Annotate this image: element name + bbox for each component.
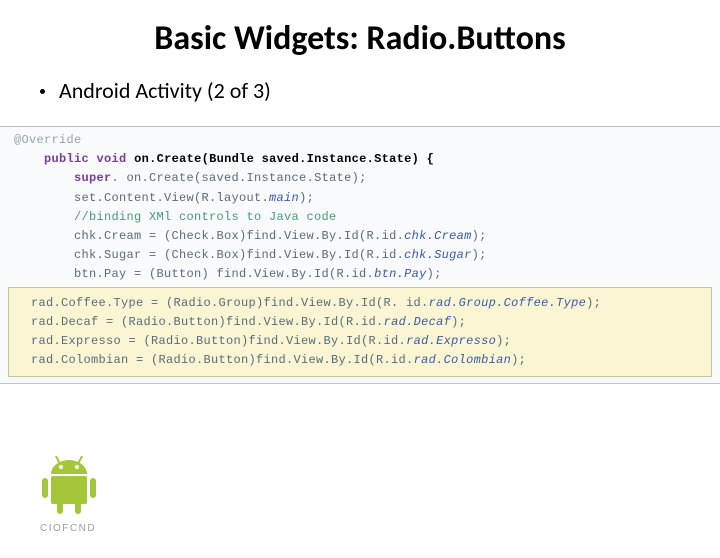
code-comment: //binding XMl controls to Java code	[74, 210, 337, 224]
code-line: chk.Cream = (Check.Box)find.View.By.Id(R…	[74, 229, 404, 243]
annotation-override: @Override	[14, 133, 82, 147]
layout-main-ref: main	[269, 191, 299, 205]
code-line: );	[496, 334, 511, 348]
code-line: set.Content.View(R.layout.	[74, 191, 269, 205]
id-radcolombian: rad.Colombian	[414, 353, 512, 367]
code-line: );	[586, 296, 601, 310]
keyword-void: void	[97, 152, 127, 166]
keyword-super: super	[74, 171, 112, 185]
id-btnpay: btn.Pay	[374, 267, 427, 281]
keyword-public: public	[44, 152, 89, 166]
code-line: rad.Expresso = (Radio.Button)find.View.B…	[31, 334, 406, 348]
code-line: );	[472, 248, 487, 262]
code-line: );	[427, 267, 442, 281]
code-line: rad.Decaf = (Radio.Button)find.View.By.I…	[31, 315, 384, 329]
code-block: @Override public void on.Create(Bundle s…	[0, 127, 720, 285]
method-signature: on.Create(Bundle saved.Instance.State) {	[134, 152, 434, 166]
id-radexpresso: rad.Expresso	[406, 334, 496, 348]
bullet-icon	[40, 89, 45, 94]
highlighted-code: rad.Coffee.Type = (Radio.Group)find.View…	[31, 294, 701, 371]
code-line: btn.Pay = (Button) find.View.By.Id(R.id.	[74, 267, 374, 281]
code-line: rad.Coffee.Type = (Radio.Group)find.View…	[31, 296, 429, 310]
code-line: chk.Sugar = (Check.Box)find.View.By.Id(R…	[74, 248, 404, 262]
slide-subtitle: Android Activity (2 of 3)	[40, 77, 720, 104]
id-chkcream: chk.Cream	[404, 229, 472, 243]
android-logo: CIOFCND	[40, 456, 160, 534]
android-wordmark: CIOFCND	[40, 523, 160, 534]
code-line: );	[472, 229, 487, 243]
highlighted-code-box: rad.Coffee.Type = (Radio.Group)find.View…	[8, 287, 712, 378]
slide-title: Basic Widgets: Radio.Buttons	[0, 18, 720, 59]
subtitle-text: Android Activity (2 of 3)	[59, 77, 271, 104]
id-radgroup: rad.Group.Coffee.Type	[429, 296, 587, 310]
code-line: );	[511, 353, 526, 367]
android-icon	[40, 456, 98, 516]
code-line: );	[451, 315, 466, 329]
code-line: );	[299, 191, 314, 205]
id-raddecaf: rad.Decaf	[384, 315, 452, 329]
code-line: rad.Colombian = (Radio.Button)find.View.…	[31, 353, 414, 367]
code-line: . on.Create(saved.Instance.State);	[112, 171, 367, 185]
code-region: @Override public void on.Create(Bundle s…	[0, 126, 720, 384]
id-chksugar: chk.Sugar	[404, 248, 472, 262]
